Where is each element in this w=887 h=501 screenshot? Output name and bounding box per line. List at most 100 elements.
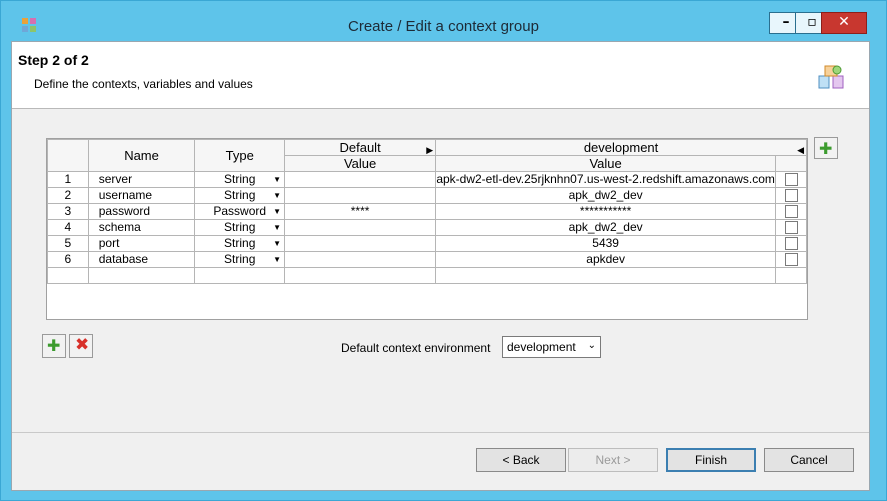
default-value[interactable] [284,235,437,252]
table-row[interactable]: 3 password Password ▼ **** *********** [47,203,807,220]
development-context-header[interactable]: development ◀ [435,139,807,158]
prompt-checkbox[interactable] [784,173,798,187]
prompt-checkbox-cell [775,219,807,236]
development-value[interactable]: apk-dw2-etl-dev.25rjknhn07.us-west-2.red… [435,171,777,188]
empty-cell [775,267,807,284]
prompt-checkbox[interactable] [784,221,798,235]
development-value[interactable]: apkdev [435,251,777,268]
variable-type-label: String [224,252,256,266]
variable-type[interactable]: String ▼ [194,251,286,268]
chevron-down-icon: ⌄ [587,340,596,351]
step-description: Define the contexts, variables and value… [34,77,253,91]
default-value[interactable] [284,187,437,204]
dialog-body: Step 2 of 2 Define the contexts, variabl… [11,41,870,491]
variable-type[interactable]: String ▼ [194,235,286,252]
expand-left-icon[interactable]: ◀ [797,143,804,158]
variable-name[interactable]: server [87,171,196,188]
add-variable-button[interactable]: ✚ [42,334,66,358]
variable-name[interactable]: password [87,203,196,220]
default-value[interactable] [284,251,437,268]
context-table[interactable]: Name Type Default ▶ development ◀ Value [46,138,808,320]
empty-cell [435,267,777,284]
back-button[interactable]: < Back [476,448,566,472]
variable-name[interactable]: schema [87,219,196,236]
table-row[interactable]: 6 database String ▼ apkdev [47,251,807,268]
development-value[interactable]: *********** [435,203,777,220]
default-value[interactable]: **** [284,203,437,220]
step-title: Step 2 of 2 [18,52,89,68]
row-number: 4 [47,219,89,236]
dropdown-arrow-icon[interactable]: ▼ [273,236,281,251]
row-number-header [47,139,89,172]
variable-name[interactable]: database [87,251,196,268]
add-context-button[interactable]: ✚ [814,137,838,159]
dropdown-arrow-icon[interactable]: ▼ [273,188,281,203]
environment-select[interactable]: development ⌄ [502,336,601,358]
footer-divider [12,432,869,433]
row-number: 6 [47,251,89,268]
title-bar[interactable]: Create / Edit a context group – ▫ ✕ [1,1,886,41]
variable-type[interactable]: Password ▼ [194,203,286,220]
variable-type-label: String [224,236,256,250]
prompt-checkbox[interactable] [784,189,798,203]
empty-cell [284,267,437,284]
environment-label: Default context environment [341,341,491,355]
prompt-checkbox-cell [775,187,807,204]
environment-value: development [507,340,576,354]
default-context-header[interactable]: Default ▶ [284,139,437,158]
window-title: Create / Edit a context group [348,18,539,35]
variable-type-label: String [224,188,256,202]
development-value[interactable]: apk_dw2_dev [435,219,777,236]
table-row[interactable]: 1 server String ▼ apk-dw2-etl-dev.25rjknh… [47,171,807,188]
variable-type[interactable]: String ▼ [194,219,286,236]
development-value[interactable]: 5439 [435,235,777,252]
development-value-header: Value [435,155,777,172]
variable-type-label: String [224,220,256,234]
prompt-checkbox-cell [775,251,807,268]
dropdown-arrow-icon[interactable]: ▼ [273,204,281,219]
close-icon: ✕ [838,14,850,30]
plus-icon: ✚ [47,336,61,355]
dropdown-arrow-icon[interactable]: ▼ [273,252,281,267]
finish-button[interactable]: Finish [666,448,756,472]
cancel-button[interactable]: Cancel [764,448,854,472]
context-grid: Name Type Default ▶ development ◀ Value [47,139,807,284]
variable-name[interactable]: port [87,235,196,252]
close-button[interactable]: ✕ [821,12,867,34]
prompt-checkbox-cell [775,235,807,252]
default-value-header: Value [284,155,437,172]
table-row[interactable]: 5 port String ▼ 5439 [47,235,807,252]
prompt-checkbox[interactable] [784,237,798,251]
variable-type-label: String [224,172,256,186]
empty-cell [87,267,196,284]
default-value[interactable] [284,171,437,188]
table-row[interactable]: 4 schema String ▼ apk_dw2_dev [47,219,807,236]
variable-name[interactable]: username [87,187,196,204]
variable-type-label: Password [213,204,267,218]
row-number: 3 [47,203,89,220]
row-number: 2 [47,187,89,204]
development-value[interactable]: apk_dw2_dev [435,187,777,204]
variable-type[interactable]: String ▼ [194,187,286,204]
plus-icon: ✚ [819,139,833,158]
remove-variable-button[interactable]: ✖ [69,334,93,358]
next-button[interactable]: Next > [568,448,658,472]
dropdown-arrow-icon[interactable]: ▼ [273,172,281,187]
dropdown-arrow-icon[interactable]: ▼ [273,220,281,235]
row-number: 1 [47,171,89,188]
expand-right-icon[interactable]: ▶ [426,143,433,158]
table-row[interactable]: 2 username String ▼ apk_dw2_dev [47,187,807,204]
empty-row [47,267,807,284]
default-value[interactable] [284,219,437,236]
x-icon: ✖ [75,335,90,355]
row-number: 5 [47,235,89,252]
empty-cell [194,267,286,284]
prompt-checkbox[interactable] [784,253,798,267]
type-column-header[interactable]: Type [194,139,286,172]
variable-type[interactable]: String ▼ [194,171,286,188]
development-context-label: development [583,140,659,155]
name-column-header[interactable]: Name [87,139,196,172]
empty-cell [47,267,89,284]
prompt-checkbox-cell [775,203,807,220]
prompt-checkbox[interactable] [784,205,798,219]
